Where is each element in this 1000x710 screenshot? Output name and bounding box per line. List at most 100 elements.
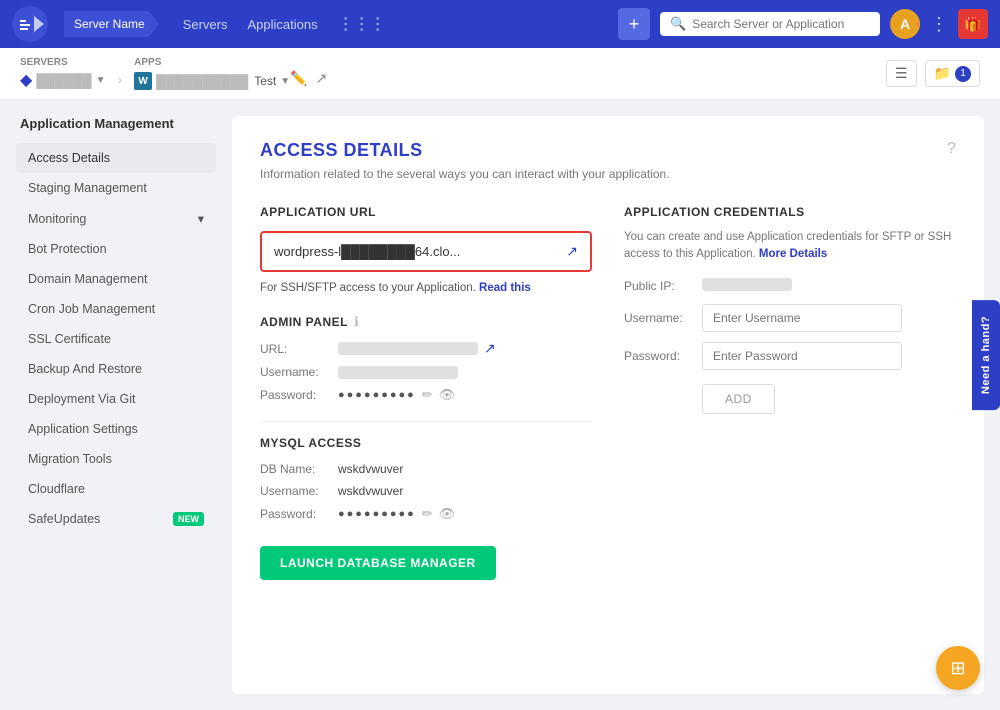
public-ip-row: Public IP: [624, 278, 956, 294]
servers-breadcrumb: Servers ◆ ██████ ▼ [20, 57, 105, 90]
sidebar-title: Application Management [16, 116, 216, 131]
sidebar-item-ssl[interactable]: SSL Certificate [16, 324, 216, 354]
more-details-link[interactable]: More Details [759, 248, 827, 260]
top-nav: Server Name Servers Applications ⋮⋮⋮ + 🔍… [0, 0, 1000, 48]
nav-right: + 🔍 A ⋮ 🎁 [618, 8, 988, 40]
two-column-layout: APPLICATION URL wordpress-l████████64.cl… [260, 205, 956, 580]
sidebar-item-bot-protection[interactable]: Bot Protection [16, 234, 216, 264]
main-content: Application Management Access Details St… [0, 100, 1000, 710]
list-view-button[interactable]: ☰ [886, 60, 917, 87]
sidebar-item-deployment[interactable]: Deployment Via Git [16, 384, 216, 414]
admin-password-dots: ●●●●●●●●● [338, 389, 416, 401]
gift-icon[interactable]: 🎁 [958, 9, 988, 39]
need-a-hand-button[interactable]: Need a hand? [972, 300, 1000, 410]
cred-subtitle: You can create and use Application crede… [624, 229, 956, 264]
help-icon[interactable]: ? [947, 140, 956, 158]
cred-username-input[interactable] [702, 304, 902, 332]
show-mysql-password-icon[interactable]: 👁 [439, 506, 456, 522]
breadcrumb-actions: ✏️ ↗ [290, 70, 327, 87]
admin-info-icon[interactable]: ℹ [354, 314, 359, 330]
floating-help-wrapper[interactable]: Need a hand? [972, 300, 1000, 410]
cred-username-label: Username: [624, 311, 694, 325]
edit-password-icon[interactable]: ✏ [422, 387, 433, 403]
app-url-value: wordpress-l████████64.clo... [274, 244, 460, 259]
cred-password-input[interactable] [702, 342, 902, 370]
app-tag: Test [254, 74, 276, 88]
edit-icon[interactable]: ✏️ [290, 70, 307, 87]
sidebar-item-cloudflare[interactable]: Cloudflare [16, 474, 216, 504]
sidebar-item-backup[interactable]: Backup And Restore [16, 354, 216, 384]
external-link-icon[interactable]: ↗ [316, 70, 328, 87]
more-options-icon[interactable]: ⋮ [930, 14, 948, 35]
admin-password-value: ●●●●●●●●● ✏ 👁 [338, 387, 455, 403]
new-badge: NEW [173, 512, 204, 526]
nav-breadcrumb-server[interactable]: Server Name [64, 11, 159, 37]
server-name[interactable]: ██████ [36, 73, 91, 88]
mysql-username-row: Username: wskdvwuver [260, 484, 592, 498]
db-name-row: DB Name: wskdvwuver [260, 462, 592, 476]
server-vultr-icon: ◆ [20, 70, 32, 90]
public-ip-value [702, 278, 792, 294]
page-title: ACCESS DETAILS [260, 140, 956, 161]
fab-button[interactable]: ⊞ [936, 646, 980, 690]
public-ip-label: Public IP: [624, 279, 694, 293]
breadcrumb-right: ☰ 📁 1 [886, 60, 980, 87]
cred-section-title: APPLICATION CREDENTIALS [624, 205, 956, 219]
add-button[interactable]: + [618, 8, 650, 40]
nav-link-applications[interactable]: Applications [247, 17, 317, 32]
app-url-box: wordpress-l████████64.clo... ↗ [260, 231, 592, 272]
cred-password-label: Password: [624, 349, 694, 363]
wordpress-icon: W [134, 72, 152, 90]
admin-password-row: Password: ●●●●●●●●● ✏ 👁 [260, 387, 592, 403]
show-password-icon[interactable]: 👁 [439, 387, 456, 403]
nav-link-servers[interactable]: Servers [183, 17, 228, 32]
avatar[interactable]: A [890, 9, 920, 39]
admin-username-row: Username: [260, 365, 592, 379]
sidebar-item-safeupdates[interactable]: SafeUpdates NEW [16, 504, 216, 534]
app-url-external-link-icon[interactable]: ↗ [566, 243, 578, 260]
add-credentials-button[interactable]: ADD [702, 384, 775, 414]
sidebar-item-access-details[interactable]: Access Details [16, 143, 216, 173]
nav-links: Servers Applications ⋮⋮⋮ [183, 14, 386, 34]
mysql-password-dots: ●●●●●●●●● [338, 508, 416, 520]
sidebar-item-monitoring[interactable]: Monitoring ▾ [16, 203, 216, 234]
launch-db-manager-button[interactable]: LAUNCH DATABASE MANAGER [260, 546, 496, 580]
page-body: ACCESS DETAILS Information related to th… [232, 116, 984, 694]
nav-logo[interactable] [12, 6, 48, 42]
nav-breadcrumb: Server Name [64, 11, 159, 37]
sidebar-item-cron[interactable]: Cron Job Management [16, 294, 216, 324]
edit-mysql-password-icon[interactable]: ✏ [422, 506, 433, 522]
server-dropdown-icon[interactable]: ▼ [96, 75, 106, 86]
app-url-section-title: APPLICATION URL [260, 205, 592, 219]
mysql-username-value: wskdvwuver [338, 484, 403, 498]
right-column: APPLICATION CREDENTIALS You can create a… [624, 205, 956, 580]
grid-icon[interactable]: ⋮⋮⋮ [338, 14, 386, 34]
mysql-divider [260, 421, 592, 422]
app-dropdown-icon[interactable]: ▼ [280, 76, 290, 87]
sidebar-item-app-settings[interactable]: Application Settings [16, 414, 216, 444]
breadcrumb-bar: Servers ◆ ██████ ▼ › Apps W ██████████ T… [0, 48, 1000, 100]
folder-icon: 📁 [934, 65, 951, 82]
sidebar-item-staging[interactable]: Staging Management [16, 173, 216, 203]
mysql-password-row: Password: ●●●●●●●●● ✏ 👁 [260, 506, 592, 522]
mysql-section-title: MYSQL ACCESS [260, 436, 592, 450]
apps-breadcrumb: Apps W ██████████ Test ▼ [134, 57, 290, 90]
fab-icon: ⊞ [950, 658, 965, 679]
sidebar-item-domain[interactable]: Domain Management [16, 264, 216, 294]
chevron-down-icon: ▾ [198, 211, 204, 226]
left-column: APPLICATION URL wordpress-l████████64.cl… [260, 205, 592, 580]
ssh-note: For SSH/SFTP access to your Application.… [260, 282, 592, 294]
grid-view-button[interactable]: 📁 1 [925, 60, 980, 87]
cred-username-row: Username: [624, 304, 956, 332]
breadcrumb-separator: › [117, 71, 122, 87]
admin-url-ext-icon[interactable]: ↗ [484, 340, 496, 357]
read-this-link[interactable]: Read this [479, 282, 531, 294]
admin-url-row: URL: ↗ [260, 340, 592, 357]
search-input[interactable] [692, 17, 870, 31]
sidebar-item-migration[interactable]: Migration Tools [16, 444, 216, 474]
mysql-password-value: ●●●●●●●●● ✏ 👁 [338, 506, 455, 522]
cred-password-row: Password: [624, 342, 956, 370]
search-icon: 🔍 [670, 16, 686, 32]
app-name[interactable]: ██████████ [156, 74, 248, 89]
list-icon: ☰ [895, 65, 908, 82]
